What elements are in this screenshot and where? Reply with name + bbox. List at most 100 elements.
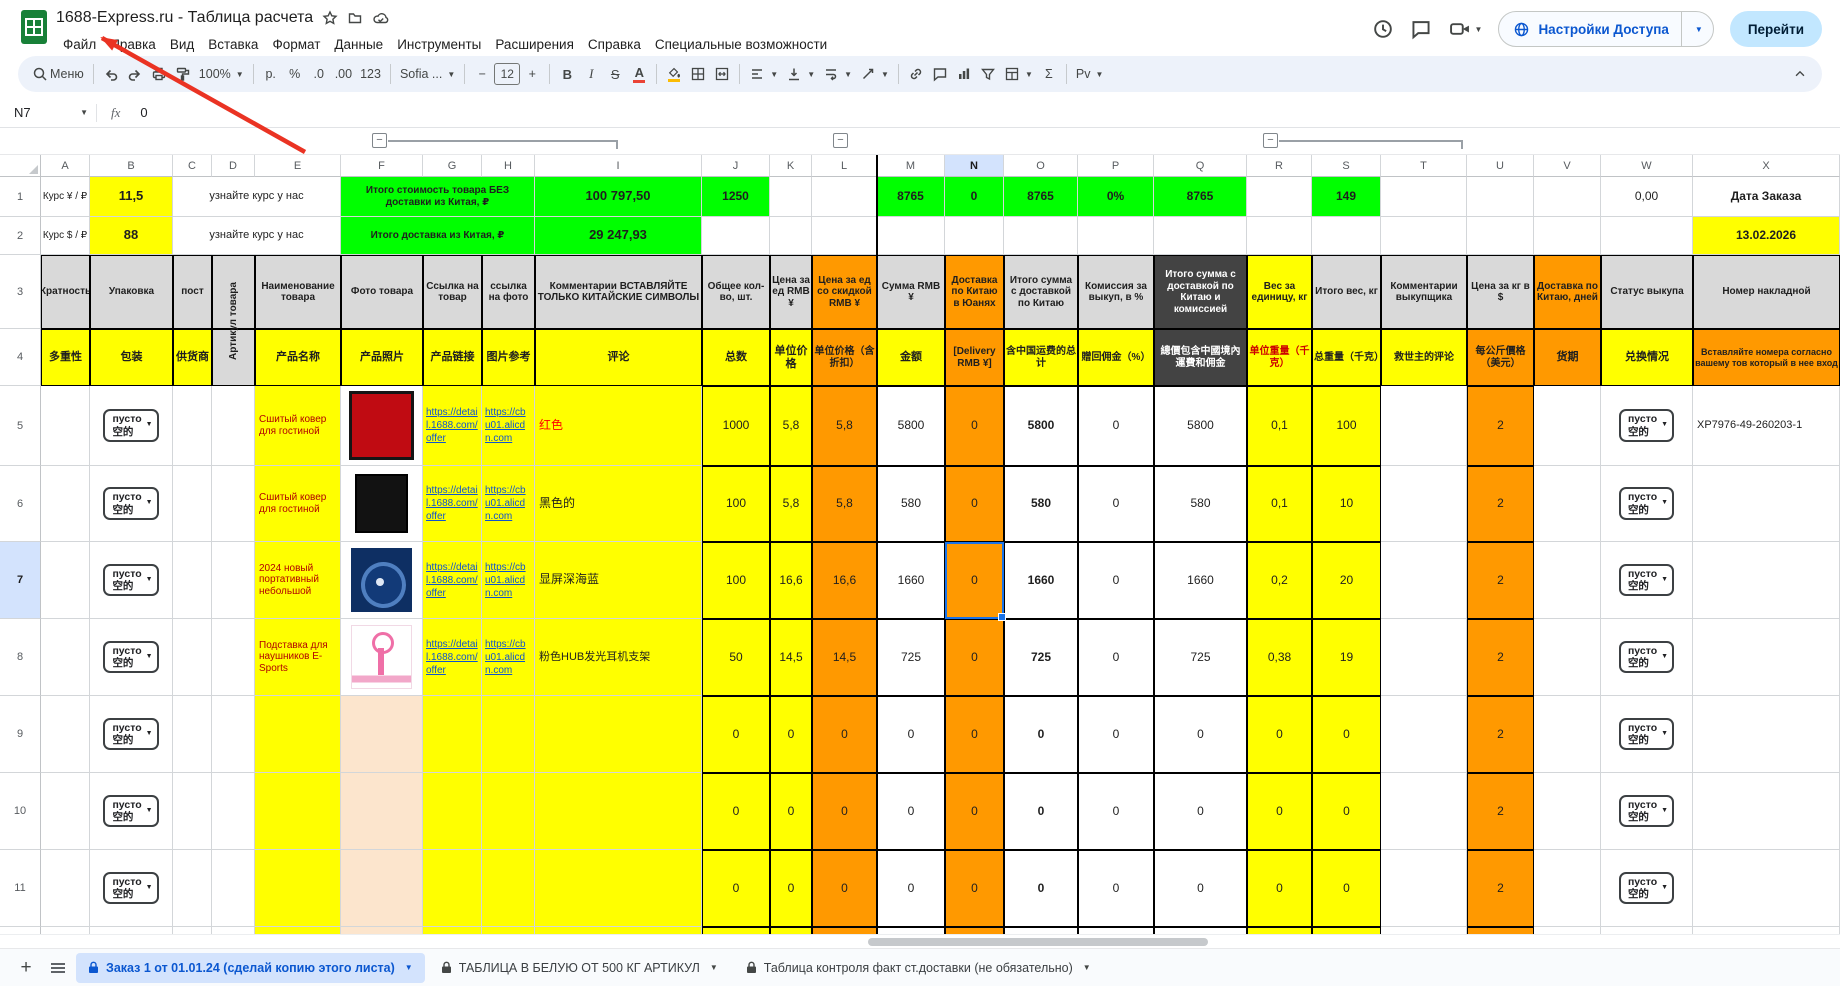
cell-A2[interactable]: Курс $ / ₽ — [41, 217, 90, 255]
cell-E8[interactable]: Подставка для наушников E-Sports — [255, 619, 341, 696]
cell-T3[interactable]: Комментарии выкупщика — [1381, 255, 1467, 329]
cell-L7[interactable]: 16,6 — [812, 542, 877, 619]
cell-P5[interactable]: 0 — [1078, 386, 1154, 466]
cell-Q9[interactable]: 0 — [1154, 696, 1247, 773]
cell-G8-link[interactable]: https://detail.1688.com/offer — [424, 637, 480, 678]
cell-R7[interactable]: 0,2 — [1247, 542, 1312, 619]
cell-D12[interactable] — [212, 927, 255, 934]
cell-V8[interactable] — [1534, 619, 1601, 696]
col-header-H[interactable]: H — [482, 155, 535, 177]
cell-B9[interactable]: пусто 空的 ▼ — [90, 696, 173, 773]
empty-status-dropdown[interactable]: пусто 空的 ▼ — [1618, 640, 1675, 674]
cell-T12[interactable] — [1381, 927, 1467, 934]
cell-I2[interactable]: 29 247,93 — [535, 217, 702, 255]
cell-G6[interactable]: https://detail.1688.com/offer — [423, 466, 482, 542]
cell-H3[interactable]: ссылка на фото — [482, 255, 535, 329]
cell-E5[interactable]: Сшитый ковер для гостиной — [255, 386, 341, 466]
cell-F1[interactable]: Итого стоимость товара БЕЗ доставки из К… — [341, 177, 535, 217]
cell-E10[interactable] — [255, 773, 341, 850]
cell-I5[interactable]: 红色 — [535, 386, 702, 466]
cell-J10[interactable]: 0 — [702, 773, 770, 850]
cell-C10[interactable] — [173, 773, 212, 850]
cell-I11[interactable] — [535, 850, 702, 927]
cell-W8[interactable]: пусто 空的 ▼ — [1601, 619, 1693, 696]
cell-H10[interactable] — [482, 773, 535, 850]
insert-chart-button[interactable] — [952, 61, 976, 87]
cell-H5[interactable]: https://cbu01.alicdn.com — [482, 386, 535, 466]
col-header-O[interactable]: O — [1004, 155, 1078, 177]
cell-N2[interactable] — [945, 217, 1004, 255]
cell-S8[interactable]: 19 — [1312, 619, 1381, 696]
cell-H4[interactable]: 图片参考 — [482, 329, 535, 386]
sheet-tab-1-caret-icon[interactable]: ▼ — [405, 963, 413, 972]
decrease-decimal-button[interactable]: .0 — [307, 61, 331, 87]
cell-N7[interactable]: 0 — [945, 542, 1006, 621]
cell-P1[interactable]: 0% — [1078, 177, 1154, 217]
cell-M4[interactable]: 金额 — [877, 329, 945, 386]
cell-M2[interactable] — [877, 217, 945, 255]
cell-O11[interactable]: 0 — [1004, 850, 1078, 927]
col-header-U[interactable]: U — [1467, 155, 1534, 177]
cell-S5[interactable]: 100 — [1312, 386, 1381, 466]
cloud-status-icon[interactable] — [372, 10, 390, 26]
cell-H8[interactable]: https://cbu01.alicdn.com — [482, 619, 535, 696]
cell-W1[interactable]: 0,00 — [1601, 177, 1693, 217]
cell-I10[interactable] — [535, 773, 702, 850]
cell-W7[interactable]: пусто 空的 ▼ — [1601, 542, 1693, 619]
cell-W9[interactable]: пусто 空的 ▼ — [1601, 696, 1693, 773]
cell-H9[interactable] — [482, 696, 535, 773]
row-header-12[interactable]: 12 — [0, 927, 41, 934]
cell-G11[interactable] — [423, 850, 482, 927]
cell-X10[interactable] — [1693, 773, 1840, 850]
cell-R9[interactable]: 0 — [1247, 696, 1312, 773]
cell-B4[interactable]: 包装 — [90, 329, 173, 386]
cell-D4[interactable] — [212, 329, 255, 386]
cell-L12[interactable]: 0 — [812, 927, 877, 934]
cell-U6[interactable]: 2 — [1467, 466, 1534, 542]
cell-Q11[interactable]: 0 — [1154, 850, 1247, 927]
cell-J6[interactable]: 100 — [702, 466, 770, 542]
insert-link-button[interactable] — [904, 61, 928, 87]
empty-status-dropdown[interactable]: пусто 空的 ▼ — [103, 871, 159, 905]
row-header-7[interactable]: 7 — [0, 542, 41, 619]
cell-F6[interactable] — [341, 466, 423, 542]
cell-J5[interactable]: 1000 — [702, 386, 770, 466]
cell-A6[interactable] — [41, 466, 90, 542]
col-header-Q[interactable]: Q — [1154, 155, 1247, 177]
cell-F9[interactable] — [341, 696, 423, 773]
cell-R12[interactable]: 0 — [1247, 927, 1312, 934]
cell-A3[interactable]: Кратность — [41, 255, 90, 329]
cell-H6-link[interactable]: https://cbu01.alicdn.com — [483, 483, 533, 524]
cell-G4[interactable]: 产品链接 — [423, 329, 482, 386]
cell-N12[interactable]: 0 — [945, 927, 1004, 934]
cell-U10[interactable]: 2 — [1467, 773, 1534, 850]
cell-A4[interactable]: 多重性 — [41, 329, 90, 386]
cell-P6[interactable]: 0 — [1078, 466, 1154, 542]
cell-R4[interactable]: 单位重量（千克） — [1247, 329, 1312, 386]
cell-O1[interactable]: 8765 — [1004, 177, 1078, 217]
cell-I8[interactable]: 粉色HUB发光耳机支架 — [535, 619, 702, 696]
cell-I9[interactable] — [535, 696, 702, 773]
cell-B7[interactable]: пусто 空的 ▼ — [90, 542, 173, 619]
cell-R6[interactable]: 0,1 — [1247, 466, 1312, 542]
cell-L3[interactable]: Цена за ед со скидкой RMB ¥ — [812, 255, 877, 329]
cell-O7[interactable]: 1660 — [1004, 542, 1078, 619]
cell-K11[interactable]: 0 — [770, 850, 812, 927]
cell-F10[interactable] — [341, 773, 423, 850]
cell-F2[interactable]: Итого доставка из Китая, ₽ — [341, 217, 535, 255]
cell-G8[interactable]: https://detail.1688.com/offer — [423, 619, 482, 696]
cell-E3[interactable]: Наименование товара — [255, 255, 341, 329]
column-group-collapse-2[interactable]: − — [833, 133, 848, 148]
row-header-4[interactable]: 4 — [0, 329, 41, 386]
empty-status-dropdown[interactable]: пусто 空的 ▼ — [1618, 717, 1675, 751]
cell-O12[interactable]: 0 — [1004, 927, 1078, 934]
cell-P12[interactable]: 0 — [1078, 927, 1154, 934]
cell-G7-link[interactable]: https://detail.1688.com/offer — [424, 560, 480, 601]
cell-L10[interactable]: 0 — [812, 773, 877, 850]
cell-T11[interactable] — [1381, 850, 1467, 927]
cell-V2[interactable] — [1534, 217, 1601, 255]
cell-L8[interactable]: 14,5 — [812, 619, 877, 696]
increase-font-size-button[interactable]: + — [520, 61, 544, 87]
cell-I4[interactable]: 评论 — [535, 329, 702, 386]
cell-T9[interactable] — [1381, 696, 1467, 773]
